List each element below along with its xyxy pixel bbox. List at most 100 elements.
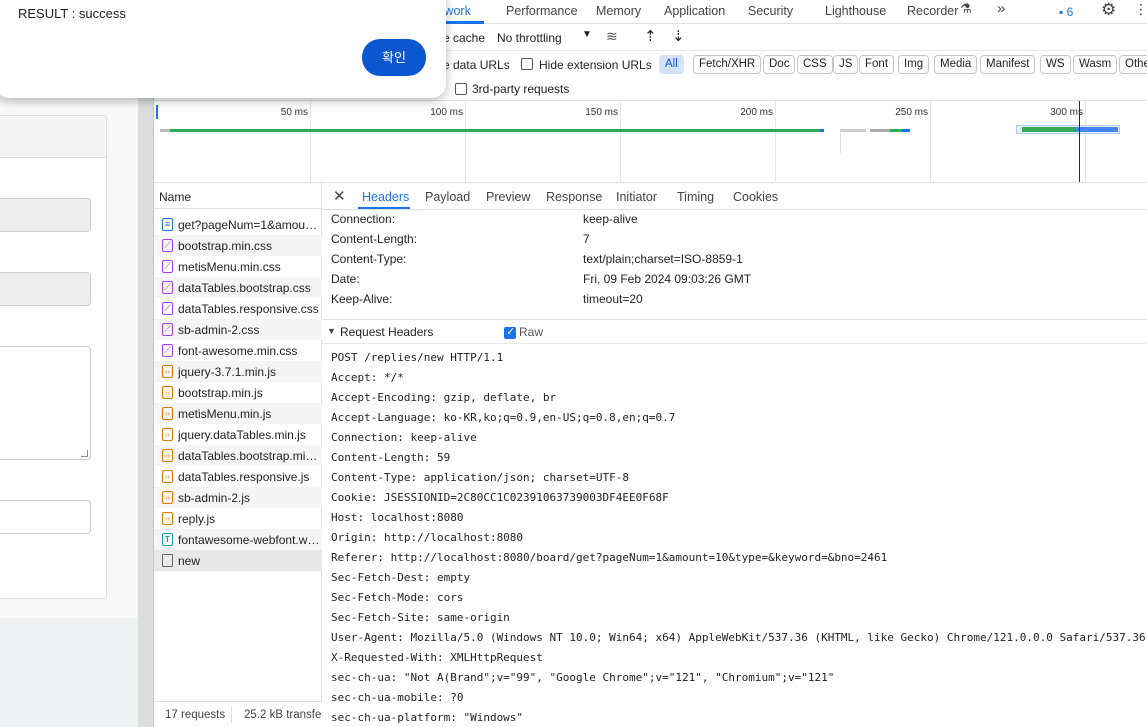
tick-label: 300 ms	[1050, 107, 1083, 118]
tab-recorder[interactable]: Recorder	[907, 4, 958, 18]
request-name: sb-admin-2.css	[178, 323, 260, 337]
readonly-input-2[interactable]	[0, 272, 91, 306]
request-row[interactable]: get?pageNum=1&amount=10&type=&keyword=&b…	[154, 214, 322, 235]
import-har-upload-icon[interactable]: ⇡	[644, 27, 657, 45]
tab-payload[interactable]: Payload	[425, 190, 470, 204]
raw-header-line: Accept-Language: ko-KR,ko;q=0.9,en-US;q=…	[331, 411, 676, 424]
request-row[interactable]: dataTables.bootstrap.css	[154, 277, 322, 298]
export-har-download-icon[interactable]: ⇣	[672, 27, 685, 45]
settings-gear-icon[interactable]: ⚙	[1101, 0, 1116, 20]
request-row[interactable]: metisMenu.min.css	[154, 256, 322, 277]
raw-label[interactable]: Raw	[519, 325, 543, 339]
third-party-label[interactable]: 3rd-party requests	[472, 82, 569, 96]
tab-application[interactable]: Application	[664, 4, 725, 18]
issues-count: 6	[1066, 5, 1074, 19]
text-input[interactable]	[0, 500, 91, 534]
hide-data-urls-label[interactable]: e data URLs	[443, 58, 510, 72]
kebab-menu-icon[interactable]: ⋮	[1134, 1, 1147, 18]
response-header-key: Content-Length:	[331, 232, 418, 246]
network-conditions-wifi-icon[interactable]: ≋	[606, 28, 618, 45]
filter-chip-media[interactable]: Media	[934, 55, 978, 74]
filter-chip-all[interactable]: All	[659, 55, 684, 74]
raw-header-line: Sec-Fetch-Dest: empty	[331, 571, 471, 584]
tab-preview[interactable]: Preview	[486, 190, 530, 204]
confirm-button[interactable]: 확인	[362, 39, 426, 76]
js-file-icon	[162, 449, 173, 462]
flask-icon: ⚗	[960, 1, 972, 16]
name-column-header[interactable]: Name	[154, 183, 322, 209]
filter-chip-other[interactable]: Othe	[1119, 55, 1147, 74]
tab-lighthouse[interactable]: Lighthouse	[825, 4, 886, 18]
request-row[interactable]: jquery.dataTables.min.js	[154, 424, 322, 445]
request-row[interactable]: reply.js	[154, 508, 322, 529]
filter-chip-doc[interactable]: Doc	[763, 55, 796, 74]
waterfall-bar	[170, 129, 820, 132]
tab-initiator[interactable]: Initiator	[616, 190, 657, 204]
request-row[interactable]: sb-admin-2.js	[154, 487, 322, 508]
tick-label: 200 ms	[740, 107, 773, 118]
devtools-splitter[interactable]	[138, 0, 154, 727]
request-name: sb-admin-2.js	[178, 491, 251, 505]
raw-checkbox[interactable]	[504, 325, 516, 339]
hide-extension-urls-label[interactable]: Hide extension URLs	[539, 58, 652, 72]
readonly-input-1[interactable]	[0, 198, 91, 232]
request-row[interactable]: sb-admin-2.css	[154, 319, 322, 340]
request-detail-pane: ✕ Headers Payload Preview Response Initi…	[322, 183, 1147, 727]
textarea-input[interactable]	[0, 346, 91, 460]
raw-header-line: Accept: */*	[331, 371, 404, 384]
request-row[interactable]: dataTables.responsive.js	[154, 466, 322, 487]
filter-chip-img[interactable]: Img	[898, 55, 930, 74]
request-name: metisMenu.min.css	[178, 260, 281, 274]
raw-header-line: sec-ch-ua-platform: "Windows"	[331, 711, 524, 724]
filter-chip-fetch-xhr[interactable]: Fetch/XHR	[693, 55, 762, 74]
font-file-icon	[162, 533, 173, 546]
issues-badge[interactable]: ▪ 6	[1059, 5, 1073, 19]
request-row[interactable]: font-awesome.min.css	[154, 340, 322, 361]
request-row[interactable]: fontawesome-webfont.woff2	[154, 529, 322, 550]
tab-headers[interactable]: Headers	[362, 190, 409, 204]
request-row[interactable]: metisMenu.min.js	[154, 403, 322, 424]
request-list: Name get?pageNum=1&amount=10&type=&keywo…	[154, 183, 322, 727]
resize-handle-icon[interactable]	[81, 450, 88, 457]
filter-chip-wasm[interactable]: Wasm	[1073, 55, 1118, 74]
request-row[interactable]: new	[154, 550, 322, 571]
js-file-icon	[162, 365, 173, 378]
tick-gridline	[620, 101, 621, 182]
tab-performance[interactable]: Performance	[506, 4, 578, 18]
request-headers-section[interactable]: ▼ Request Headers Raw	[322, 319, 1147, 344]
filter-chip-ws[interactable]: WS	[1040, 55, 1071, 74]
raw-header-line: Content-Length: 59	[331, 451, 451, 464]
raw-header-line: User-Agent: Mozilla/5.0 (Windows NT 10.0…	[331, 631, 1146, 644]
waterfall-bar	[160, 129, 170, 132]
more-tabs-icon[interactable]: »	[997, 0, 1005, 17]
throttling-select[interactable]: No throttling	[497, 31, 562, 45]
request-row[interactable]: bootstrap.min.js	[154, 382, 322, 403]
request-name: font-awesome.min.css	[178, 344, 298, 358]
request-row[interactable]: dataTables.responsive.css	[154, 298, 322, 319]
filter-chip-manifest[interactable]: Manifest	[980, 55, 1036, 74]
close-detail-icon[interactable]: ✕	[333, 187, 346, 205]
filter-chip-js[interactable]: JS	[833, 55, 859, 74]
collapse-triangle-icon[interactable]: ▼	[327, 326, 336, 336]
tab-security[interactable]: Security	[748, 4, 793, 18]
request-row[interactable]: dataTables.bootstrap.min.js	[154, 445, 322, 466]
request-row[interactable]: jquery-3.7.1.min.js	[154, 361, 322, 382]
tab-cookies[interactable]: Cookies	[733, 190, 778, 204]
third-party-checkbox[interactable]	[455, 83, 467, 95]
response-header-key: Connection:	[331, 212, 396, 226]
tab-memory[interactable]: Memory	[596, 4, 641, 18]
request-name: fontawesome-webfont.woff2	[178, 533, 320, 547]
tab-response[interactable]: Response	[546, 190, 602, 204]
request-count: 17 requests	[165, 709, 226, 721]
hide-extension-urls-checkbox[interactable]	[521, 58, 533, 70]
js-file-icon	[162, 386, 173, 399]
disable-cache-label[interactable]: e cache	[443, 31, 485, 45]
timeline-overview[interactable]: 50 ms 100 ms 150 ms 200 ms 250 ms 300 ms	[154, 101, 1147, 183]
filter-chip-css[interactable]: CSS	[797, 55, 833, 74]
name-column-label: Name	[159, 190, 192, 204]
filter-chip-font[interactable]: Font	[859, 55, 895, 74]
chevron-down-icon[interactable]: ▼	[582, 29, 592, 40]
tab-timing[interactable]: Timing	[677, 190, 714, 204]
request-row[interactable]: bootstrap.min.css	[154, 235, 322, 256]
request-name: metisMenu.min.js	[178, 407, 272, 421]
